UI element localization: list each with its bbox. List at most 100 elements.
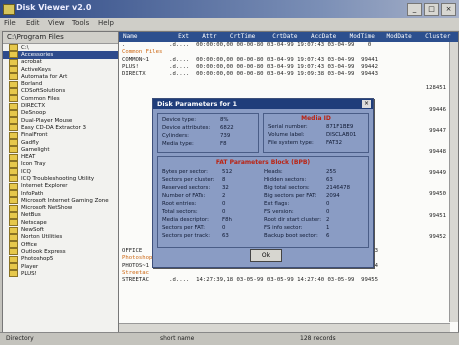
folder-item[interactable]: NetBus bbox=[3, 211, 118, 219]
folder-label: Automata for Art bbox=[21, 73, 68, 80]
folder-label: NetBus bbox=[21, 212, 41, 219]
column-header[interactable]: Cluster bbox=[421, 32, 458, 42]
folder-icon bbox=[9, 153, 18, 161]
folder-item[interactable]: CDSoftSolutions bbox=[3, 87, 118, 95]
folder-item[interactable]: NewSoft bbox=[3, 226, 118, 234]
folder-item[interactable]: Accessories bbox=[3, 51, 118, 59]
param-value: 6 bbox=[326, 233, 330, 239]
param-value: 32 bbox=[222, 185, 229, 191]
param-label: Backup boot sector: bbox=[264, 233, 318, 239]
folder-item[interactable]: ICQ Troubleshooting Utility bbox=[3, 175, 118, 183]
menu-view[interactable]: View bbox=[48, 19, 65, 27]
folder-label: Icon Tray bbox=[21, 161, 46, 168]
folder-item[interactable]: Gadfly bbox=[3, 139, 118, 146]
param-value: 0 bbox=[222, 209, 226, 215]
param-value: 0 bbox=[222, 225, 226, 231]
device-info-group: Device type: 8% Device attributes: 6822 Cyli… bbox=[157, 113, 259, 153]
close-button[interactable]: × bbox=[441, 3, 456, 16]
vertical-scrollbar[interactable] bbox=[449, 42, 458, 322]
folder-icon bbox=[9, 117, 18, 125]
folder-item[interactable]: Borland bbox=[3, 80, 118, 88]
listing-line[interactable]: COMMON~1 .d.... 00:00:00,00 00-00-80 03-… bbox=[119, 57, 458, 64]
folder-icon bbox=[9, 219, 18, 227]
menu-help[interactable]: Help bbox=[98, 19, 114, 27]
folder-icon bbox=[9, 44, 18, 52]
folder-item[interactable]: Gamelight bbox=[3, 146, 118, 154]
folder-icon bbox=[9, 146, 18, 154]
menu-tools[interactable]: Tools bbox=[72, 19, 89, 27]
column-header[interactable]: Ext bbox=[174, 32, 198, 42]
listing-line[interactable]: DIRECTX .d.... 00:00:00,00 00-00-80 03-0… bbox=[119, 71, 458, 78]
folder-item[interactable]: HEAT bbox=[3, 153, 118, 161]
minimize-button[interactable]: _ bbox=[407, 3, 422, 16]
folder-icon bbox=[9, 197, 18, 205]
folder-item[interactable]: Office bbox=[3, 241, 118, 249]
column-header[interactable]: Attr bbox=[198, 32, 226, 42]
column-header[interactable]: AccDate bbox=[307, 32, 346, 42]
param-value: 255 bbox=[326, 169, 337, 175]
folder-item[interactable]: Player bbox=[3, 263, 118, 271]
folder-item[interactable]: ActiveKeys bbox=[3, 66, 118, 74]
folder-label: Microsoft Internet Gaming Zone bbox=[21, 197, 109, 204]
listing-line[interactable]: 128451 bbox=[119, 78, 458, 99]
folder-item[interactable]: DeSnoop bbox=[3, 109, 118, 117]
folder-item[interactable]: FinalFront bbox=[3, 131, 118, 139]
folder-item[interactable]: Microsoft NetShow bbox=[3, 204, 118, 212]
param-label: Media type: bbox=[162, 141, 194, 147]
listing-line[interactable]: STREETAC .d.... 14:27:39,18 03-05-99 03-… bbox=[119, 277, 458, 284]
param-label: Number of FATs: bbox=[162, 193, 206, 199]
folder-item[interactable]: Easy CD-DA Extractor 3 bbox=[3, 124, 118, 132]
folder-item[interactable]: C:\ bbox=[3, 44, 118, 52]
folder-item[interactable]: Icon Tray bbox=[3, 160, 118, 168]
folder-item[interactable]: InfoPath bbox=[3, 190, 118, 198]
folder-item[interactable]: DIRECTX bbox=[3, 102, 118, 110]
folder-label: DIRECTX bbox=[21, 103, 46, 110]
status-mid: short name bbox=[160, 335, 195, 342]
column-header[interactable]: ModDate bbox=[382, 32, 421, 42]
param-value: 8 bbox=[222, 177, 226, 183]
folder-icon bbox=[9, 95, 18, 103]
folder-item[interactable]: Dual-Player Mouse bbox=[3, 117, 118, 125]
param-label: File system type: bbox=[268, 140, 314, 146]
column-header[interactable]: ModTime bbox=[346, 32, 383, 42]
listing-line[interactable]: Streetac bbox=[119, 270, 458, 277]
folder-item[interactable]: Automata for Art bbox=[3, 73, 118, 81]
menu-edit[interactable]: Edit bbox=[26, 19, 40, 27]
folder-item[interactable]: acrobat bbox=[3, 58, 118, 66]
folder-label: Gadfly bbox=[21, 139, 39, 146]
folder-item[interactable]: ICQ bbox=[3, 168, 118, 176]
column-header[interactable]: Name bbox=[119, 32, 174, 42]
folder-label: ICQ Troubleshooting Utility bbox=[21, 175, 95, 182]
dialog-close-button[interactable]: × bbox=[362, 100, 371, 108]
menu-bar: File Edit View Tools Help bbox=[0, 18, 459, 30]
folder-icon bbox=[9, 51, 18, 59]
folder-icon bbox=[9, 131, 18, 139]
title-bar[interactable]: Disk Viewer v2.0 _ □ × bbox=[0, 0, 459, 18]
listing-line[interactable]: PLUS! .d.... 00:00:00,00 00-00-80 03-04-… bbox=[119, 64, 458, 71]
folder-icon bbox=[9, 182, 18, 190]
listing-line[interactable]: . .d.... 00:00:00,00 00-00-80 03-04-99 1… bbox=[119, 42, 458, 49]
maximize-button[interactable]: □ bbox=[424, 3, 439, 16]
column-header[interactable]: CrtTime bbox=[226, 32, 268, 42]
folder-item[interactable]: Common Files bbox=[3, 95, 118, 103]
param-value: 0 bbox=[326, 201, 330, 207]
listing-line[interactable]: Common Files bbox=[119, 49, 458, 56]
folder-label: Dual-Player Mouse bbox=[21, 117, 73, 124]
param-value: 739 bbox=[220, 133, 231, 139]
folder-item[interactable]: Netscape bbox=[3, 219, 118, 227]
folder-item[interactable]: Norton Utilities bbox=[3, 233, 118, 241]
folder-item[interactable]: Internet Explorer bbox=[3, 182, 118, 190]
column-header[interactable]: CrtDate bbox=[268, 32, 307, 42]
menu-file[interactable]: File bbox=[4, 19, 16, 27]
param-label: Hidden sectors: bbox=[264, 177, 307, 183]
param-value: 2146478 bbox=[326, 185, 351, 191]
folder-item[interactable]: PLUS! bbox=[3, 270, 118, 278]
folder-icon bbox=[9, 102, 18, 110]
folder-item[interactable]: Photoshop5 bbox=[3, 255, 118, 263]
folder-item[interactable]: Microsoft Internet Gaming Zone bbox=[3, 197, 118, 205]
horizontal-scrollbar[interactable] bbox=[119, 323, 450, 332]
disk-parameters-dialog: Disk Parameters for 1 × Device type: 8% De… bbox=[152, 98, 374, 268]
ok-button[interactable]: Ok bbox=[250, 249, 282, 262]
folder-item[interactable]: Outlook Express bbox=[3, 248, 118, 256]
folder-icon bbox=[9, 241, 18, 249]
